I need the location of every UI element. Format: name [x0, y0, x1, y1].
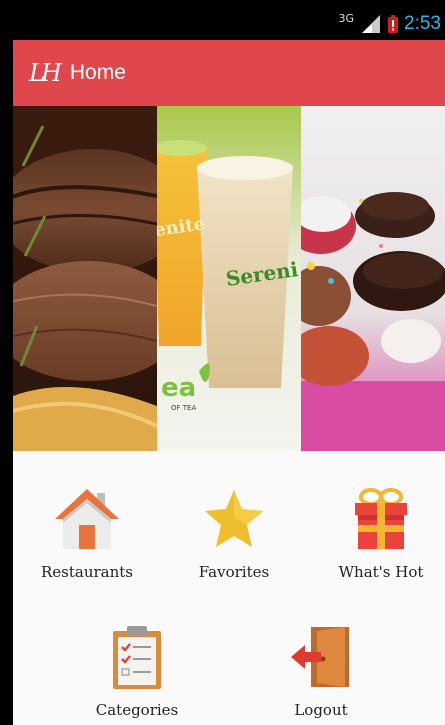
network-type-label: 3G	[338, 11, 355, 25]
app-screen: 3G 2:53 LH Home Sereni enite ea OF TEA R…	[13, 8, 445, 725]
star-icon	[205, 490, 263, 547]
banner-panel-steak	[13, 106, 157, 451]
banner-panel-tea: Sereni enite ea OF TEA	[157, 106, 301, 451]
page-title: Home	[69, 61, 126, 84]
logout-door-icon	[291, 627, 349, 687]
menu-item-logout[interactable]: Logout	[249, 623, 393, 719]
menu-item-whats-hot[interactable]: What's Hot	[309, 485, 445, 581]
action-bar: LH Home	[13, 40, 445, 106]
banner-panel-cupcakes	[301, 106, 445, 451]
gift-icon	[355, 488, 407, 549]
steak-image	[13, 106, 157, 451]
menu-label-whats-hot: What's Hot	[338, 563, 424, 581]
signal-icon	[362, 15, 381, 33]
status-bar: 3G 2:53	[13, 8, 445, 40]
menu-item-favorites[interactable]: Favorites	[162, 485, 306, 581]
menu-label-categories: Categories	[95, 701, 179, 719]
house-icon	[55, 489, 119, 549]
status-clock: 2:53	[404, 13, 441, 34]
clipboard-icon	[113, 626, 161, 689]
home-menu: Restaurants Favorites What's Hot Categor…	[13, 451, 445, 725]
food-banner: Sereni enite ea OF TEA	[13, 106, 445, 451]
menu-item-categories[interactable]: Categories	[65, 623, 209, 719]
app-logo[interactable]: LH	[29, 59, 62, 87]
tea-logo-text: ea	[161, 373, 196, 403]
menu-item-restaurants[interactable]: Restaurants	[15, 485, 159, 581]
tea-image: Sereni enite ea OF TEA	[157, 106, 301, 451]
menu-label-favorites: Favorites	[198, 563, 270, 581]
tea-logo-subtext: OF TEA	[171, 404, 196, 412]
cupcakes-image	[301, 106, 445, 451]
battery-icon	[388, 15, 399, 33]
menu-label-restaurants: Restaurants	[41, 563, 133, 581]
menu-label-logout: Logout	[294, 701, 348, 719]
